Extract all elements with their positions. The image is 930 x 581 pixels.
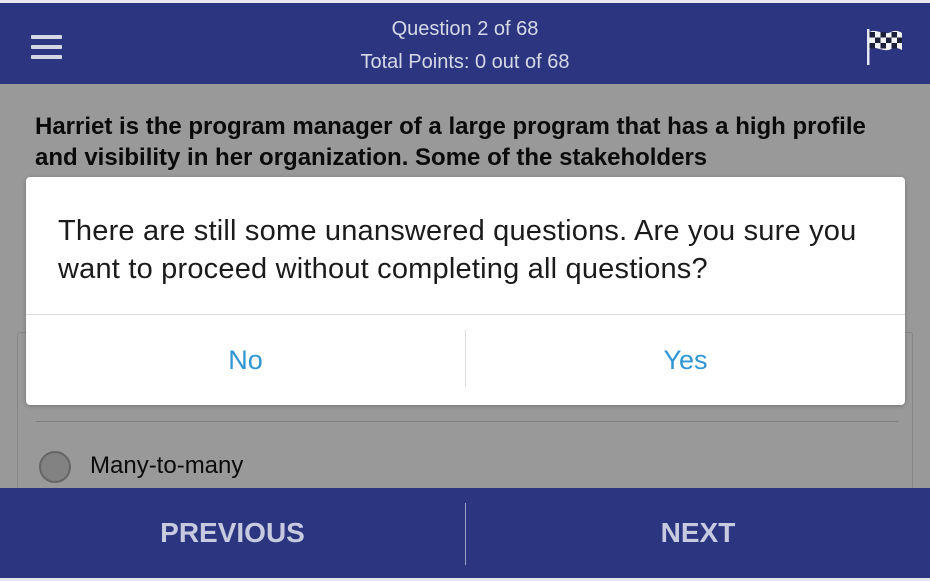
yes-button[interactable]: Yes — [466, 315, 905, 405]
quiz-screen: Question 2 of 68 Total Points: 0 out of … — [0, 0, 930, 581]
next-button[interactable]: NEXT — [466, 488, 930, 578]
checkered-flag-icon[interactable] — [864, 27, 906, 67]
question-counter: Question 2 of 68 — [391, 18, 539, 40]
top-bar: Question 2 of 68 Total Points: 0 out of … — [0, 0, 930, 84]
header-info: Question 2 of 68 Total Points: 0 out of … — [0, 13, 930, 79]
no-button[interactable]: No — [26, 315, 465, 405]
confirm-dialog: There are still some unanswered question… — [26, 177, 905, 405]
bottom-nav: PREVIOUS NEXT — [0, 488, 930, 578]
dialog-message: There are still some unanswered question… — [58, 215, 857, 285]
previous-button[interactable]: PREVIOUS — [0, 488, 465, 578]
total-points: Total Points: 0 out of 68 — [360, 51, 570, 73]
